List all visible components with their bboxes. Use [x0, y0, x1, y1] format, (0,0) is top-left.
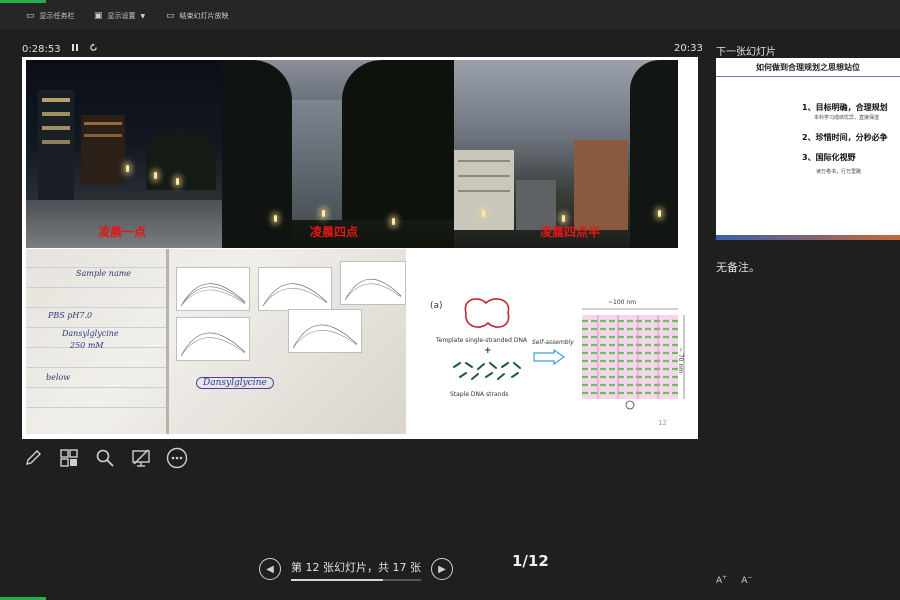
next-slide-item-2: 2、珍惜时间，分秒必争 — [802, 133, 888, 142]
end-slideshow-button[interactable]: ▭ 结束幻灯片放映 — [166, 9, 229, 23]
next-slide-preview[interactable]: 如何做到合理规划之思想站位 1、目标明确，合理规划 本科学习成绩优异，直接保送 … — [716, 58, 900, 240]
panel-label: (a) — [430, 301, 443, 311]
next-slide-item-3: 3、国际化视野 — [802, 153, 856, 162]
previous-slide-button[interactable]: ◀ — [259, 558, 281, 580]
current-time: 20:33 — [674, 43, 703, 54]
spectrum-plot-4 — [176, 317, 250, 361]
monitor-icon: ▣ — [94, 11, 103, 21]
chevron-right-icon: ▶ — [438, 563, 446, 575]
show-taskbar-label: 显示任务栏 — [39, 12, 75, 20]
next-slide-footer-bar — [716, 235, 900, 240]
slide-number: 12 — [658, 419, 667, 427]
show-taskbar-button[interactable]: ▭ 显示任务栏 — [26, 9, 75, 23]
taskbar-icon: ▭ — [26, 11, 35, 21]
template-label: Template single-stranded DNA — [436, 337, 528, 344]
note-pbs: PBS pH7.0 — [48, 311, 93, 320]
elapsed-time: 0:28:53 — [22, 43, 61, 55]
spectrum-plot-3 — [340, 261, 406, 305]
note-sample-name: Sample name — [76, 269, 132, 278]
increase-font-icon[interactable]: A+ — [716, 574, 727, 586]
black-screen-button[interactable] — [130, 447, 152, 469]
page-count: 1/12 — [512, 552, 549, 570]
spectrum-plot-5 — [288, 309, 362, 353]
zoom-button[interactable] — [94, 447, 116, 469]
spectrum-plot-1 — [176, 267, 250, 311]
top-accent-bar — [0, 0, 46, 3]
next-slide-item-1-sub: 本科学习成绩优异，直接保送 — [814, 115, 880, 121]
photo-night-campus-1am: 凌晨一点 — [26, 60, 222, 248]
chevron-down-icon: ▼ — [140, 12, 146, 20]
pause-button[interactable] — [71, 43, 79, 55]
note-dansylglycine-circled: Dansylglycine — [196, 377, 274, 389]
height-label: ~ 70 nm — [677, 347, 684, 374]
slide-navigation: ◀ 第 12 张幻灯片，共 17 张 ▶ — [259, 558, 453, 581]
pause-icon — [71, 44, 78, 51]
plus-sign: + — [484, 346, 492, 356]
more-options-button[interactable] — [166, 447, 188, 469]
caption-1am: 凌晨一点 — [98, 225, 147, 239]
magnifier-icon — [96, 449, 114, 467]
staple-label: Staple DNA strands — [450, 391, 509, 398]
restart-icon — [89, 43, 97, 51]
display-settings-button[interactable]: ▣ 显示设置 ▼ — [94, 9, 145, 23]
caption-4am: 凌晨四点 — [310, 225, 359, 239]
next-slide-item-3-sub: 读万卷书，行万里路 — [816, 169, 862, 175]
photo-dawn-430am: 凌晨四点半 — [454, 60, 678, 248]
self-assembly-label: Self-assembly — [532, 339, 574, 346]
end-slideshow-label: 结束幻灯片放映 — [179, 12, 229, 20]
dna-origami-shape — [582, 308, 685, 410]
chevron-left-icon: ◀ — [266, 563, 274, 575]
note-below: below — [46, 373, 71, 382]
grid-icon — [60, 449, 78, 467]
next-slide-item-1: 1、目标明确，合理规划 — [802, 103, 888, 112]
dna-origami-diagram: (a) Template single-stranded DNA + Stapl… — [410, 249, 694, 435]
spectrum-plot-2 — [258, 267, 332, 311]
progress-fill — [291, 579, 383, 581]
caption-430am: 凌晨四点半 — [540, 225, 601, 239]
pen-tool-button[interactable] — [22, 447, 44, 469]
notes-font-controls: A+ A− — [716, 574, 752, 586]
decrease-font-icon[interactable]: A− — [741, 574, 752, 586]
slide-position: 第 12 张幻灯片，共 17 张 — [291, 559, 421, 581]
next-slide-title: 下一张幻灯片 — [716, 47, 776, 58]
restart-timer-button[interactable] — [89, 43, 98, 55]
note-concentration: 250 mM — [70, 341, 104, 350]
photo-dawn-4am: 凌晨四点 — [222, 60, 454, 248]
staple-strands-shape — [453, 362, 521, 380]
end-show-icon: ▭ — [166, 11, 175, 21]
next-slide-heading: 如何做到合理规划之思想站位 — [756, 63, 860, 72]
pen-icon — [26, 450, 41, 465]
current-slide[interactable]: 凌晨一点 凌晨四点 凌晨四点半 Sample name PBS pH7.0 Da… — [22, 57, 698, 439]
speaker-notes: 无备注。 — [716, 261, 760, 274]
next-slide-button[interactable]: ▶ — [430, 558, 453, 580]
photo-lab-notebook: Sample name PBS pH7.0 Dansylglycine 250 … — [26, 249, 406, 434]
slide-position-label: 第 12 张幻灯片，共 17 张 — [291, 561, 421, 574]
timer: 0:28:53 — [22, 43, 98, 55]
screen-off-icon — [132, 449, 150, 467]
next-slide-divider — [716, 76, 900, 77]
arrow-right-icon — [533, 349, 566, 365]
note-dansylglycine: Dansylglycine — [62, 329, 119, 338]
template-dna-shape — [464, 298, 510, 328]
ellipsis-icon — [166, 447, 188, 469]
top-toolbar: ▭ 显示任务栏 ▣ 显示设置 ▼ ▭ 结束幻灯片放映 — [0, 0, 900, 30]
display-settings-label: 显示设置 — [107, 12, 136, 20]
presenter-tools — [22, 447, 188, 469]
see-all-slides-button[interactable] — [58, 447, 80, 469]
